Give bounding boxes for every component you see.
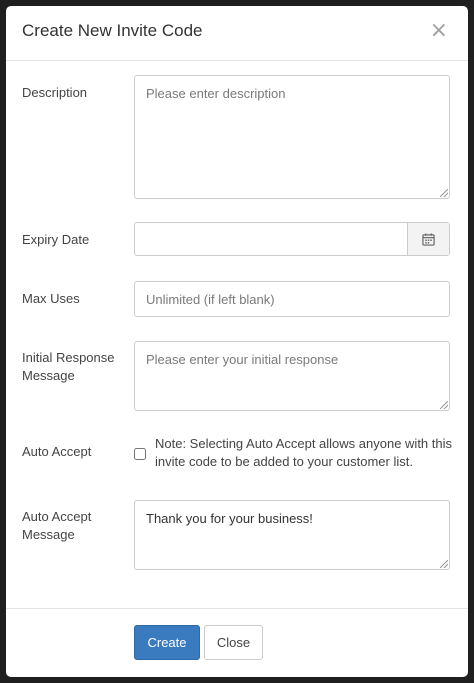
modal-header: Create New Invite Code × xyxy=(6,6,468,61)
initial-response-wrapper xyxy=(134,341,450,411)
auto-accept-message-wrapper: Thank you for your business! xyxy=(134,500,450,570)
initial-response-label: Initial Response Message xyxy=(22,350,115,383)
modal-title: Create New Invite Code xyxy=(22,21,203,40)
auto-accept-checkbox[interactable] xyxy=(134,448,146,460)
description-textarea[interactable] xyxy=(134,75,450,199)
close-icon[interactable]: × xyxy=(430,20,448,42)
expiry-date-input[interactable] xyxy=(135,223,407,255)
max-uses-input[interactable] xyxy=(134,281,450,317)
initial-response-textarea[interactable] xyxy=(134,341,450,411)
invite-code-modal: Create New Invite Code × Description Exp… xyxy=(6,6,468,677)
auto-accept-message-label: Auto Accept Message xyxy=(22,509,92,542)
modal-footer: Create Close xyxy=(6,608,468,677)
calendar-icon xyxy=(422,232,435,246)
expiry-date-label: Expiry Date xyxy=(22,232,90,247)
auto-accept-note: Note: Selecting Auto Accept allows anyon… xyxy=(155,436,453,469)
max-uses-label: Max Uses xyxy=(22,291,80,306)
create-button[interactable]: Create xyxy=(134,625,200,660)
description-wrapper xyxy=(134,75,450,199)
auto-accept-label: Auto Accept xyxy=(22,444,92,459)
description-label: Description xyxy=(22,85,88,100)
auto-accept-message-textarea[interactable]: Thank you for your business! xyxy=(134,500,450,570)
calendar-button[interactable] xyxy=(407,223,449,255)
close-button[interactable]: Close xyxy=(204,625,263,660)
expiry-date-group xyxy=(134,222,450,256)
